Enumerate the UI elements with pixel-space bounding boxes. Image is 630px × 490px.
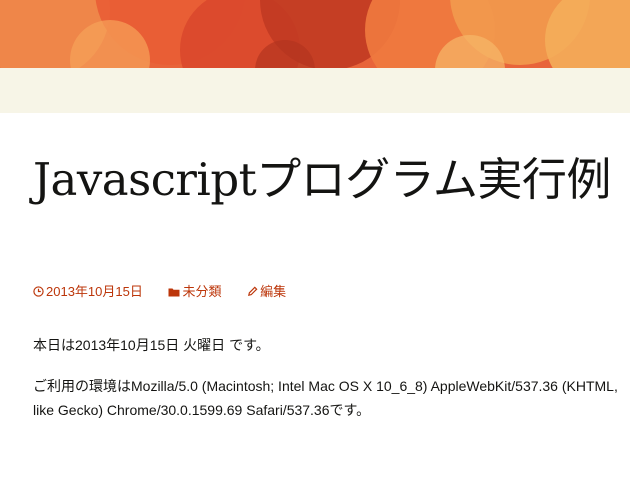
clock-icon [33,284,44,302]
post-title[interactable]: Javascriptプログラム実行例 [33,151,623,209]
pencil-icon [247,284,258,302]
header-banner[interactable] [0,0,630,68]
content-paragraph-date: 本日は2013年10月15日 火曜日 です。 [33,337,270,353]
navbar [0,68,630,113]
post-edit-link[interactable]: 編集 [247,283,286,302]
post-edit-label: 編集 [260,284,287,299]
content-paragraph-user-agent: ご利用の環境はMozilla/5.0 (Macintosh; Intel Mac… [33,378,618,418]
post-date-link[interactable]: 2013年10月15日 [33,283,143,302]
post-date: 2013年10月15日 [46,284,143,299]
post-meta: 2013年10月15日 未分類 編集 [33,283,308,301]
post-category: 未分類 [182,284,222,299]
post-category-link[interactable]: 未分類 [168,283,221,302]
post-content: 本日は2013年10月15日 火曜日 です。 ご利用の環境はMozilla/5.… [33,333,623,439]
folder-icon [168,284,180,302]
header-banner-artwork [0,0,630,68]
